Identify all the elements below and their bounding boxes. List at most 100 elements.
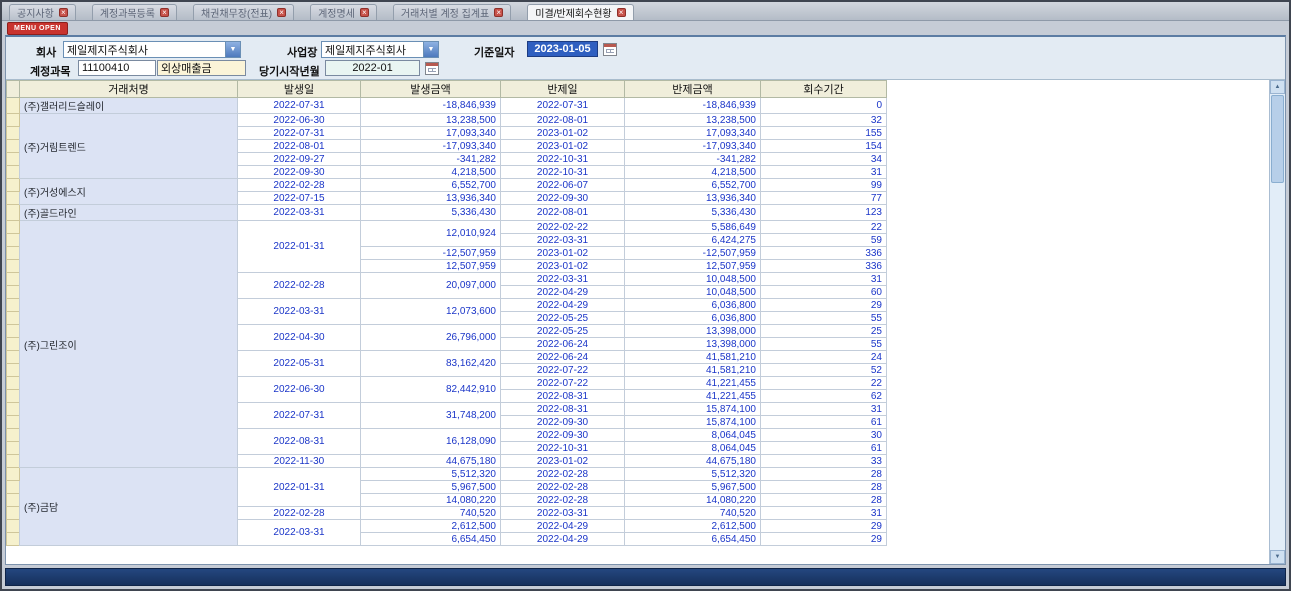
settle-amount-cell[interactable]: 13,398,000	[625, 325, 761, 338]
settle-amount-cell[interactable]: -341,282	[625, 153, 761, 166]
row-selector-cell[interactable]	[7, 351, 20, 364]
occur-date-cell[interactable]: 2022-09-27	[238, 153, 361, 166]
settle-amount-cell[interactable]: 8,064,045	[625, 429, 761, 442]
settle-amount-cell[interactable]: 41,221,455	[625, 377, 761, 390]
occur-date-cell[interactable]: 2022-07-31	[238, 127, 361, 140]
row-selector-cell[interactable]	[7, 205, 20, 221]
row-selector-cell[interactable]	[7, 455, 20, 468]
occur-date-cell[interactable]: 2022-07-31	[238, 98, 361, 114]
settle-amount-cell[interactable]: 5,336,430	[625, 205, 761, 221]
settle-date-cell[interactable]: 2022-04-29	[501, 520, 625, 533]
column-header-occur-date[interactable]: 발생일	[238, 81, 361, 98]
period-cell[interactable]: 29	[761, 533, 887, 546]
period-cell[interactable]: 31	[761, 507, 887, 520]
row-selector-cell[interactable]	[7, 481, 20, 494]
period-cell[interactable]: 336	[761, 260, 887, 273]
period-cell[interactable]: 31	[761, 166, 887, 179]
customer-name-cell[interactable]: (주)갤러리드슬레이	[20, 98, 238, 114]
row-selector-cell[interactable]	[7, 221, 20, 234]
settle-date-cell[interactable]: 2022-04-29	[501, 299, 625, 312]
tab-notices[interactable]: 공지사항×	[9, 4, 76, 20]
period-cell[interactable]: 60	[761, 286, 887, 299]
occur-amount-cell[interactable]: 5,512,320	[361, 468, 501, 481]
vertical-scrollbar[interactable]: ▲ ▼	[1269, 80, 1285, 564]
tab-close-icon[interactable]: ×	[277, 8, 286, 17]
settle-amount-cell[interactable]: 5,586,649	[625, 221, 761, 234]
settle-amount-cell[interactable]: 15,874,100	[625, 416, 761, 429]
occur-date-cell[interactable]: 2022-08-01	[238, 140, 361, 153]
row-selector-cell[interactable]	[7, 247, 20, 260]
period-cell[interactable]: 77	[761, 192, 887, 205]
period-cell[interactable]: 0	[761, 98, 887, 114]
row-selector-cell[interactable]	[7, 166, 20, 179]
settle-date-cell[interactable]: 2022-05-25	[501, 312, 625, 325]
settle-date-cell[interactable]: 2022-06-07	[501, 179, 625, 192]
settle-amount-cell[interactable]: 6,036,800	[625, 312, 761, 325]
customer-name-cell[interactable]: (주)거성에스지	[20, 179, 238, 205]
occur-date-cell[interactable]: 2022-01-31	[238, 221, 361, 273]
column-header-period[interactable]: 회수기간	[761, 81, 887, 98]
period-cell[interactable]: 30	[761, 429, 887, 442]
occur-date-cell[interactable]: 2022-02-28	[238, 273, 361, 299]
settle-date-cell[interactable]: 2022-04-29	[501, 286, 625, 299]
customer-name-cell[interactable]: (주)골드라인	[20, 205, 238, 221]
occur-amount-cell[interactable]: 12,073,600	[361, 299, 501, 325]
scrollbar-thumb[interactable]	[1271, 95, 1284, 183]
occur-amount-cell[interactable]: 12,010,924	[361, 221, 501, 247]
column-header-customer[interactable]: 거래처명	[20, 81, 238, 98]
settle-amount-cell[interactable]: 14,080,220	[625, 494, 761, 507]
scroll-down-icon[interactable]: ▼	[1270, 550, 1285, 564]
occur-amount-cell[interactable]: 5,336,430	[361, 205, 501, 221]
account-code-input[interactable]: 11100410	[78, 60, 156, 76]
settle-amount-cell[interactable]: 10,048,500	[625, 286, 761, 299]
settle-amount-cell[interactable]: 13,936,340	[625, 192, 761, 205]
settle-amount-cell[interactable]: 12,507,959	[625, 260, 761, 273]
row-selector-cell[interactable]	[7, 325, 20, 338]
settle-date-cell[interactable]: 2022-10-31	[501, 166, 625, 179]
tab-customer-account-summary[interactable]: 거래처별 계정 집계표×	[393, 4, 511, 20]
row-selector-cell[interactable]	[7, 286, 20, 299]
settle-date-cell[interactable]: 2022-09-30	[501, 416, 625, 429]
settle-date-cell[interactable]: 2022-06-24	[501, 351, 625, 364]
settle-amount-cell[interactable]: 4,218,500	[625, 166, 761, 179]
settle-date-cell[interactable]: 2022-07-22	[501, 364, 625, 377]
tab-close-icon[interactable]: ×	[160, 8, 169, 17]
occur-amount-cell[interactable]: 31,748,200	[361, 403, 501, 429]
customer-name-cell[interactable]: (주)거림트렌드	[20, 114, 238, 179]
base-date-input[interactable]: 2023-01-05	[527, 41, 598, 57]
occur-date-cell[interactable]: 2022-08-31	[238, 429, 361, 455]
period-cell[interactable]: 29	[761, 520, 887, 533]
occur-amount-cell[interactable]: 14,080,220	[361, 494, 501, 507]
settle-amount-cell[interactable]: -12,507,959	[625, 247, 761, 260]
occur-amount-cell[interactable]: 17,093,340	[361, 127, 501, 140]
settle-amount-cell[interactable]: 5,967,500	[625, 481, 761, 494]
row-selector-cell[interactable]	[7, 403, 20, 416]
period-cell[interactable]: 34	[761, 153, 887, 166]
column-header-settle-amount[interactable]: 반제금액	[625, 81, 761, 98]
row-selector-cell[interactable]	[7, 98, 20, 114]
column-header-settle-date[interactable]: 반제일	[501, 81, 625, 98]
occur-amount-cell[interactable]: 82,442,910	[361, 377, 501, 403]
settle-amount-cell[interactable]: 13,238,500	[625, 114, 761, 127]
settle-date-cell[interactable]: 2022-02-22	[501, 221, 625, 234]
period-cell[interactable]: 28	[761, 494, 887, 507]
row-selector-cell[interactable]	[7, 390, 20, 403]
site-select[interactable]: 제일제지주식회사 ▼	[321, 41, 439, 58]
period-cell[interactable]: 123	[761, 205, 887, 221]
occur-amount-cell[interactable]: 5,967,500	[361, 481, 501, 494]
tab-close-icon[interactable]: ×	[494, 8, 503, 17]
tab-close-icon[interactable]: ×	[360, 8, 369, 17]
settle-date-cell[interactable]: 2022-04-29	[501, 533, 625, 546]
occur-date-cell[interactable]: 2022-03-31	[238, 520, 361, 546]
chevron-down-icon[interactable]: ▼	[225, 42, 240, 57]
occur-date-cell[interactable]: 2022-02-28	[238, 179, 361, 192]
occur-amount-cell[interactable]: 12,507,959	[361, 260, 501, 273]
row-selector-cell[interactable]	[7, 312, 20, 325]
tab-open-settlement-status[interactable]: 미결/반제회수현황×	[527, 4, 633, 20]
settle-date-cell[interactable]: 2022-08-01	[501, 114, 625, 127]
period-cell[interactable]: 32	[761, 114, 887, 127]
occur-amount-cell[interactable]: 6,552,700	[361, 179, 501, 192]
period-cell[interactable]: 29	[761, 299, 887, 312]
occur-date-cell[interactable]: 2022-01-31	[238, 468, 361, 507]
row-selector-cell[interactable]	[7, 338, 20, 351]
